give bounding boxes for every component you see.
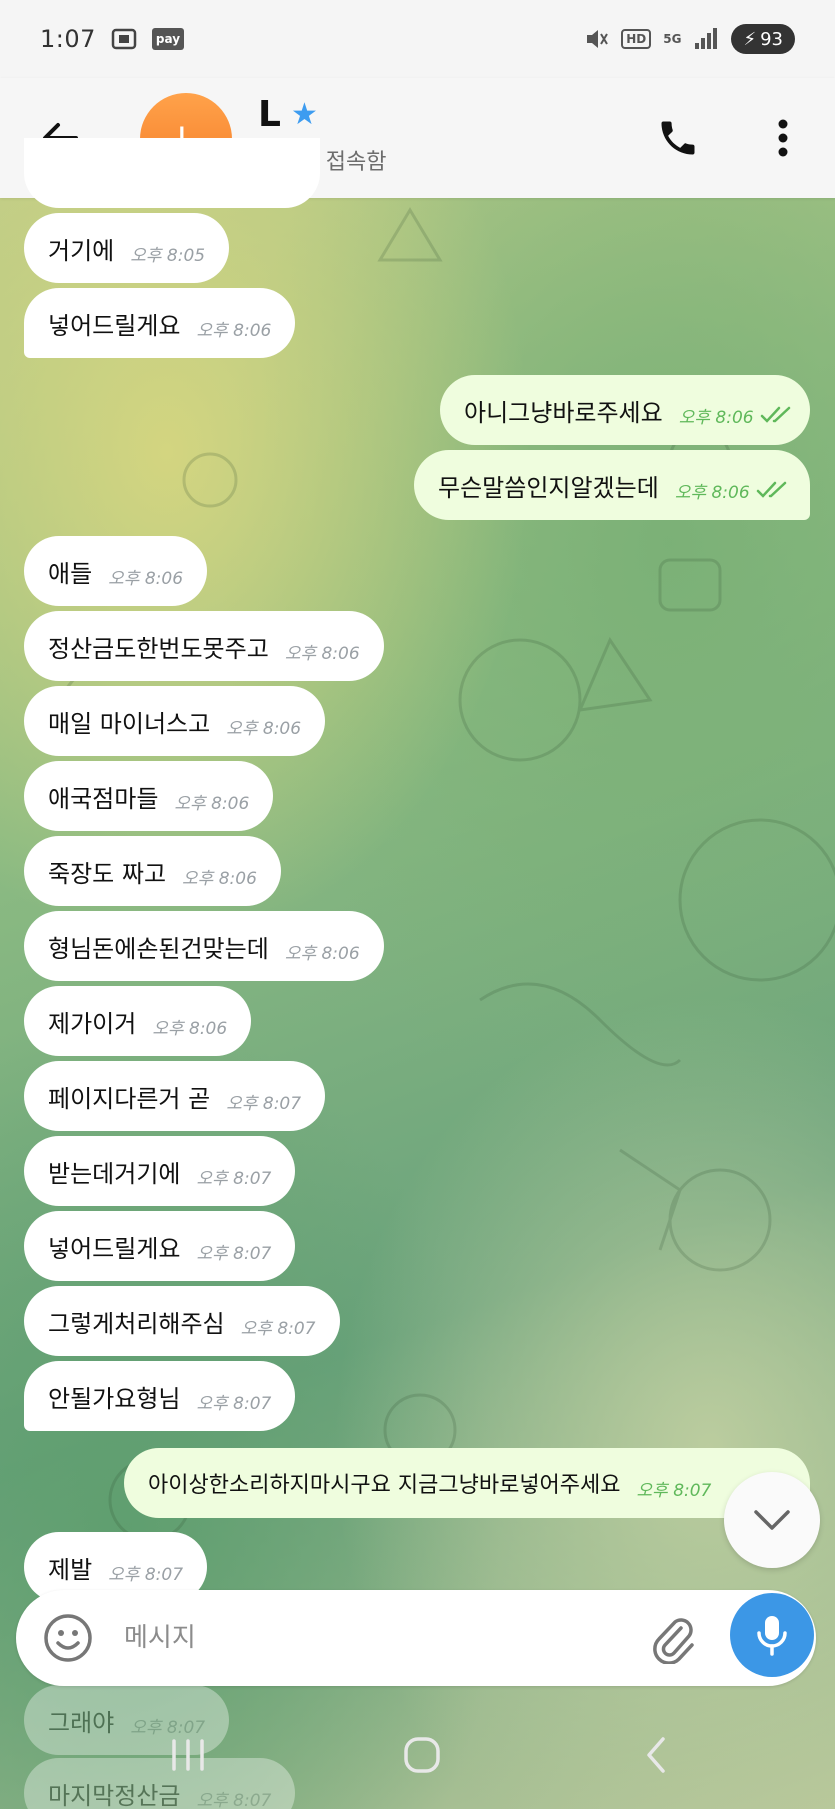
mute-icon bbox=[587, 30, 609, 48]
emoji-button[interactable] bbox=[42, 1612, 94, 1664]
message-time: 오후 8:07 bbox=[636, 1480, 712, 1501]
message-bubble[interactable]: 애국점마들 오후 8:06 bbox=[24, 761, 274, 831]
screenshot-icon bbox=[111, 28, 137, 50]
system-navigation-bar bbox=[0, 1700, 835, 1809]
contact-name-row[interactable]: L ★ bbox=[258, 94, 318, 135]
message-text: 매일 마이너스고 bbox=[48, 709, 211, 738]
message-bubble[interactable]: 정산금도한번도못주고 오후 8:06 bbox=[24, 611, 384, 681]
message-bubble[interactable]: 넣어드릴게요 오후 8:06 bbox=[24, 288, 296, 358]
voice-record-button[interactable] bbox=[730, 1593, 814, 1677]
message-composer bbox=[16, 1590, 816, 1686]
message-bubble[interactable]: 매일 마이너스고 오후 8:06 bbox=[24, 686, 326, 756]
message-text: 형님돈에손된건맞는데 bbox=[48, 934, 269, 963]
message-time: 오후 8:06 bbox=[284, 943, 360, 964]
double-check-icon bbox=[756, 481, 786, 498]
message-time: 오후 8:06 bbox=[174, 793, 250, 814]
message-text: 정산금도한번도못주고 bbox=[48, 634, 269, 663]
message-time: 오후 8:07 bbox=[108, 1564, 184, 1585]
message-time: 오후 8:06 bbox=[108, 568, 184, 589]
message-time: 오후 8:06 bbox=[182, 868, 257, 889]
phone-icon bbox=[661, 121, 695, 155]
message-bubble[interactable]: 페이지다른거 곧 오후 8:07 bbox=[24, 1061, 326, 1131]
charging-icon: ⚡ bbox=[743, 28, 757, 50]
smile-icon bbox=[44, 1614, 92, 1662]
message-bubble-outgoing[interactable]: 아니그냥바로주세요 오후 8:06 bbox=[440, 375, 810, 445]
battery-indicator: ⚡ 93 bbox=[731, 24, 795, 54]
message-time: 오후 8:06 bbox=[152, 1018, 228, 1039]
message-text: 무슨말씀인지알겠는데 bbox=[438, 473, 659, 502]
message-time: 오후 8:07 bbox=[226, 1093, 302, 1114]
message-text: 그렇게처리해주심 bbox=[48, 1309, 225, 1338]
pay-icon: pay bbox=[151, 28, 185, 50]
message-bubble-outgoing[interactable]: 아이상한소리하지마시구요 지금그냥바로넣어주세요 오후 8:07 bbox=[124, 1448, 810, 1518]
message-time: 오후 8:06 bbox=[284, 643, 360, 664]
more-options-button[interactable] bbox=[762, 112, 804, 164]
message-text: 넣어드릴게요 bbox=[48, 311, 181, 340]
chevron-left-icon bbox=[647, 1737, 665, 1773]
message-bubble[interactable]: 받는데거기에 오후 8:07 bbox=[24, 1136, 296, 1206]
message-text: 아니그냥바로주세요 bbox=[464, 398, 663, 427]
message-text: 페이지다른거 곧 bbox=[48, 1084, 211, 1113]
status-bar: 1:07 pay HD 5G ⚡ 93 bbox=[0, 0, 835, 78]
scroll-to-bottom-button[interactable] bbox=[724, 1472, 820, 1568]
message-text: 거기에 bbox=[48, 236, 115, 265]
message-bubble[interactable]: 넣어드릴게요 오후 8:07 bbox=[24, 1211, 296, 1281]
double-check-icon bbox=[760, 406, 790, 423]
message-time: 오후 8:06 bbox=[196, 320, 272, 341]
message-bubble-outgoing[interactable]: 무슨말씀인지알겠는데 오후 8:06 bbox=[414, 450, 810, 520]
message-time: 오후 8:06 bbox=[678, 407, 754, 428]
message-bubble[interactable]: 애들 오후 8:06 bbox=[24, 536, 208, 606]
paperclip-icon bbox=[653, 1618, 694, 1665]
message-time: 오후 8:05 bbox=[130, 245, 206, 266]
message-text: 안될가요형님 bbox=[48, 1384, 181, 1413]
recent-apps-icon bbox=[172, 1739, 204, 1771]
message-text: 죽장도 짜고 bbox=[48, 859, 167, 888]
message-time: 오후 8:07 bbox=[196, 1243, 272, 1264]
star-icon: ★ bbox=[290, 97, 318, 132]
message-text: 제가이거 bbox=[48, 1009, 137, 1038]
message-text: 넣어드릴게요 bbox=[48, 1234, 181, 1263]
microphone-icon bbox=[757, 1616, 787, 1656]
signal-icon bbox=[695, 28, 718, 49]
message-bubble[interactable]: 죽장도 짜고 오후 8:06 bbox=[24, 836, 281, 906]
message-text: 제발 bbox=[48, 1555, 93, 1584]
message-bubble[interactable]: 형님돈에손된건맞는데 오후 8:06 bbox=[24, 911, 384, 981]
system-back-button[interactable] bbox=[626, 1730, 686, 1780]
message-bubble[interactable]: 거기에 오후 8:05 bbox=[24, 213, 230, 283]
more-vertical-icon bbox=[778, 119, 788, 157]
message-time: 오후 8:07 bbox=[196, 1393, 272, 1414]
message-input[interactable] bbox=[124, 1610, 544, 1666]
message-text: 애국점마들 bbox=[48, 784, 159, 813]
message-time: 오후 8:07 bbox=[196, 1168, 272, 1189]
contact-name: L bbox=[258, 94, 281, 135]
chevron-down-icon bbox=[754, 1510, 790, 1530]
message-bubble-partial[interactable] bbox=[24, 138, 320, 208]
message-text: 아이상한소리하지마시구요 지금그냥바로넣어주세요 bbox=[148, 1473, 621, 1498]
message-text: 받는데거기에 bbox=[48, 1159, 181, 1188]
message-text: 애들 bbox=[48, 559, 93, 588]
call-button[interactable] bbox=[652, 112, 704, 164]
home-button[interactable] bbox=[392, 1730, 452, 1780]
battery-level: 93 bbox=[760, 28, 783, 50]
message-bubble[interactable]: 그렇게처리해주심 오후 8:07 bbox=[24, 1286, 340, 1356]
message-bubble[interactable]: 제가이거 오후 8:06 bbox=[24, 986, 252, 1056]
status-time: 1:07 bbox=[40, 25, 96, 53]
message-time: 오후 8:07 bbox=[240, 1318, 316, 1339]
message-time: 오후 8:06 bbox=[674, 482, 750, 503]
attach-button[interactable] bbox=[648, 1614, 698, 1665]
message-bubble[interactable]: 안될가요형님 오후 8:07 bbox=[24, 1361, 296, 1431]
hd-icon: HD bbox=[621, 29, 652, 49]
5g-icon: 5G bbox=[663, 32, 682, 46]
home-icon bbox=[404, 1737, 440, 1773]
message-time: 오후 8:06 bbox=[226, 718, 302, 739]
recent-apps-button[interactable] bbox=[158, 1730, 218, 1780]
